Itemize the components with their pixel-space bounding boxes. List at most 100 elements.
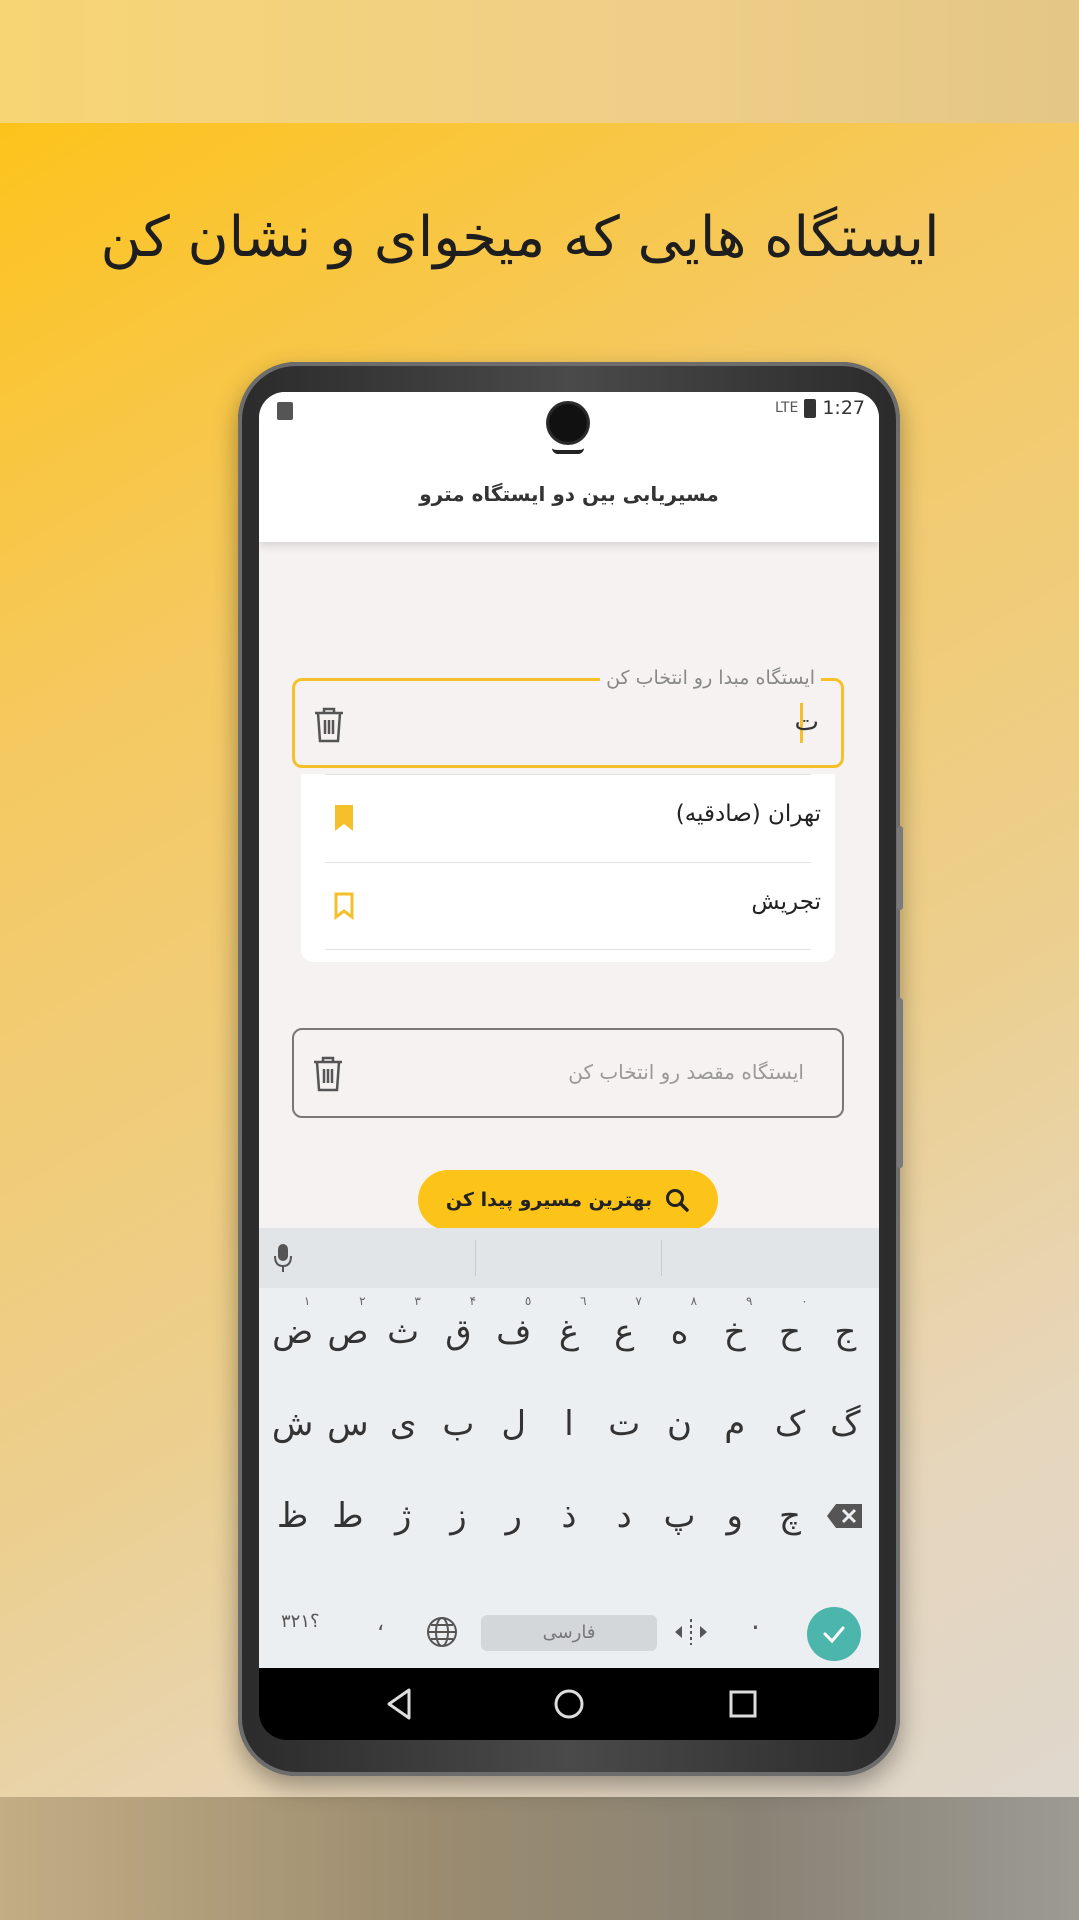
keyboard-key[interactable]: ر <box>486 1486 541 1546</box>
status-indicators: LTE 1:27 <box>775 397 865 419</box>
origin-station-input[interactable]: ایستگاه مبدا رو انتخاب کن ت <box>292 667 844 768</box>
keyboard-key[interactable]: ط <box>320 1486 375 1546</box>
key-glyph: ظ <box>276 1496 309 1536</box>
check-icon <box>823 1626 845 1644</box>
keyboard-key[interactable]: ا <box>541 1394 596 1454</box>
space-key[interactable]: فارسی <box>481 1615 657 1651</box>
key-number-hint: ٦ <box>580 1294 587 1308</box>
key-glyph: و <box>726 1496 743 1536</box>
key-glyph: د <box>616 1496 632 1536</box>
key-glyph: ص <box>327 1312 369 1352</box>
key-glyph: ث <box>387 1312 420 1352</box>
key-glyph: ل <box>501 1404 527 1444</box>
key-glyph: ت <box>608 1404 641 1444</box>
keyboard-key[interactable]: ش <box>265 1394 320 1454</box>
key-glyph: ی <box>389 1404 417 1444</box>
back-icon[interactable] <box>381 1686 417 1722</box>
status-time: 1:27 <box>822 397 865 419</box>
enter-key[interactable] <box>807 1607 861 1661</box>
keyboard-key[interactable]: ذ <box>541 1486 596 1546</box>
trash-icon[interactable] <box>310 1054 346 1094</box>
keyboard-key[interactable]: چ <box>762 1486 817 1546</box>
camera-notch <box>552 448 584 454</box>
keyboard-key[interactable]: ک <box>762 1394 817 1454</box>
destination-station-input[interactable]: ایستگاه مقصد رو انتخاب کن <box>292 1028 844 1118</box>
keyboard-key[interactable]: ٠ح <box>762 1294 817 1362</box>
battery-icon <box>804 398 817 418</box>
key-number-hint: ٥ <box>524 1294 532 1308</box>
key-glyph: خ <box>723 1312 746 1352</box>
bookmark-filled-icon[interactable] <box>333 803 355 833</box>
keyboard-key[interactable]: ٩خ <box>707 1294 762 1362</box>
destination-placeholder: ایستگاه مقصد رو انتخاب کن <box>568 1060 804 1084</box>
key-number-hint: ٠ <box>801 1294 808 1308</box>
key-glyph: ج <box>834 1312 857 1352</box>
navigation-bar <box>259 1668 879 1740</box>
recents-icon[interactable] <box>725 1686 761 1722</box>
key-glyph: ب <box>442 1404 475 1444</box>
period-key[interactable]: . <box>751 1603 760 1636</box>
suggestion-divider <box>475 1240 476 1276</box>
key-number-hint: ٧ <box>635 1294 642 1308</box>
key-number-hint: ١ <box>303 1294 311 1308</box>
key-number-hint: ٩ <box>745 1294 753 1308</box>
keyboard-key[interactable]: ظ <box>265 1486 320 1546</box>
keyboard-key[interactable]: ١ض <box>265 1294 320 1362</box>
suggestion-item[interactable]: تهران (صادقیه) <box>325 774 821 862</box>
key-glyph: چ <box>779 1496 801 1536</box>
keyboard-key[interactable]: ی <box>376 1394 431 1454</box>
keyboard-key[interactable]: ۴ق <box>431 1294 486 1362</box>
bookmark-outline-icon[interactable] <box>333 891 355 921</box>
keyboard-suggestion-bar <box>259 1228 879 1288</box>
key-glyph: م <box>724 1404 746 1444</box>
key-number-hint: ٢ <box>359 1294 366 1308</box>
key-row-3: چوپدذرزژطظ <box>259 1486 879 1546</box>
globe-icon[interactable] <box>425 1615 459 1649</box>
phone-side-button-top <box>897 826 903 910</box>
signal-icon: LTE <box>775 400 799 416</box>
key-row-2: گکمنتالبیسش <box>259 1394 879 1454</box>
keyboard-key[interactable]: ٨ه <box>652 1294 707 1362</box>
keyboard-key[interactable]: و <box>707 1486 762 1546</box>
keyboard-key[interactable]: ل <box>486 1394 541 1454</box>
key-glyph: پ <box>663 1496 696 1536</box>
keyboard-key[interactable]: د <box>597 1486 652 1546</box>
backspace-key[interactable] <box>818 1486 873 1546</box>
app-title: مسیریابی بین دو ایستگاه مترو <box>419 482 719 506</box>
trash-icon[interactable] <box>311 705 347 745</box>
keyboard-key[interactable]: ژ <box>376 1486 431 1546</box>
key-number-hint: ٨ <box>690 1294 698 1308</box>
keyboard-key[interactable]: ز <box>431 1486 486 1546</box>
keyboard-key[interactable]: ٣ث <box>376 1294 431 1362</box>
key-glyph: ف <box>496 1312 532 1352</box>
key-glyph: ز <box>450 1496 467 1536</box>
promo-headline: ایستگاه هایی که میخوای و نشان کن <box>100 205 940 270</box>
key-number-hint: ٣ <box>414 1294 421 1308</box>
keyboard-key[interactable]: ٦غ <box>541 1294 596 1362</box>
keyboard-key[interactable]: س <box>320 1394 375 1454</box>
front-camera-icon <box>549 404 587 442</box>
keyboard-key[interactable]: ٧ع <box>597 1294 652 1362</box>
microphone-icon[interactable] <box>273 1242 293 1274</box>
top-band <box>0 0 1079 123</box>
search-icon <box>666 1189 689 1212</box>
keyboard-key[interactable]: ج <box>818 1302 873 1362</box>
key-glyph: ض <box>272 1312 314 1352</box>
comma-key[interactable]: ، <box>377 1611 384 1636</box>
numbers-key[interactable]: ؟٣٢١ <box>281 1611 320 1632</box>
keyboard-key[interactable]: ب <box>431 1394 486 1454</box>
keyboard-key[interactable]: م <box>707 1394 762 1454</box>
suggestion-label: تهران (صادقیه) <box>675 801 821 827</box>
keyboard-key[interactable]: ٥ف <box>486 1294 541 1362</box>
keyboard-key[interactable]: ن <box>652 1394 707 1454</box>
key-glyph: ژ <box>394 1496 412 1536</box>
home-icon[interactable] <box>551 1686 587 1722</box>
keyboard-key[interactable]: ت <box>597 1394 652 1454</box>
keyboard-key[interactable]: گ <box>818 1394 873 1454</box>
keyboard-bottom-row: ؟٣٢١ ، فارسی . <box>259 1597 879 1667</box>
suggestion-item[interactable]: تجریش <box>325 862 821 950</box>
cursor-move-icon[interactable] <box>671 1615 711 1649</box>
keyboard-key[interactable]: پ <box>652 1486 707 1546</box>
keyboard-key[interactable]: ٢ص <box>320 1294 375 1362</box>
find-best-route-button[interactable]: بهترین مسیرو پیدا کن <box>418 1170 718 1230</box>
